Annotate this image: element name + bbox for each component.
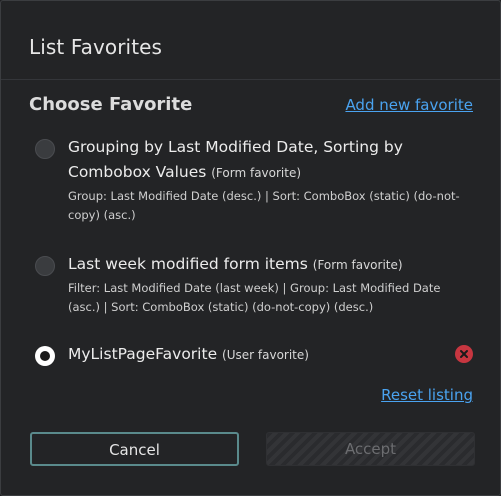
cancel-button[interactable]: Cancel [30,432,239,466]
favorite-kind: (Form favorite) [312,258,403,272]
favorite-option: MyListPageFavorite (User favorite) [35,342,475,372]
favorite-name[interactable]: Last week modified form items [68,255,308,273]
reset-listing-link[interactable]: Reset listing [381,386,473,404]
title-divider [1,79,500,80]
section-title: Choose Favorite [29,94,193,115]
list-favorites-dialog: List Favorites Choose Favorite Add new f… [0,0,501,496]
favorite-option-body: Grouping by Last Modified Date, Sorting … [68,135,463,225]
favorite-radio[interactable] [35,256,55,276]
favorite-radio-selected[interactable] [35,346,55,366]
favorite-kind: (Form favorite) [211,166,302,180]
favorite-option: Last week modified form items (Form favo… [35,252,475,322]
remove-favorite-icon[interactable] [455,345,473,363]
favorite-option-body: MyListPageFavorite (User favorite) [68,342,463,368]
favorite-description: Group: Last Modified Date (desc.) | Sort… [68,189,460,222]
accept-button[interactable]: Accept [266,432,475,466]
favorite-kind: (User favorite) [222,348,309,362]
dialog-title: List Favorites [29,35,163,59]
favorite-radio[interactable] [35,139,55,159]
favorite-option-body: Last week modified form items (Form favo… [68,252,463,317]
favorite-description: Filter: Last Modified Date (last week) |… [68,281,441,314]
favorite-option: Grouping by Last Modified Date, Sorting … [35,135,475,230]
favorite-name[interactable]: MyListPageFavorite [68,345,217,363]
add-new-favorite-link[interactable]: Add new favorite [345,96,473,114]
